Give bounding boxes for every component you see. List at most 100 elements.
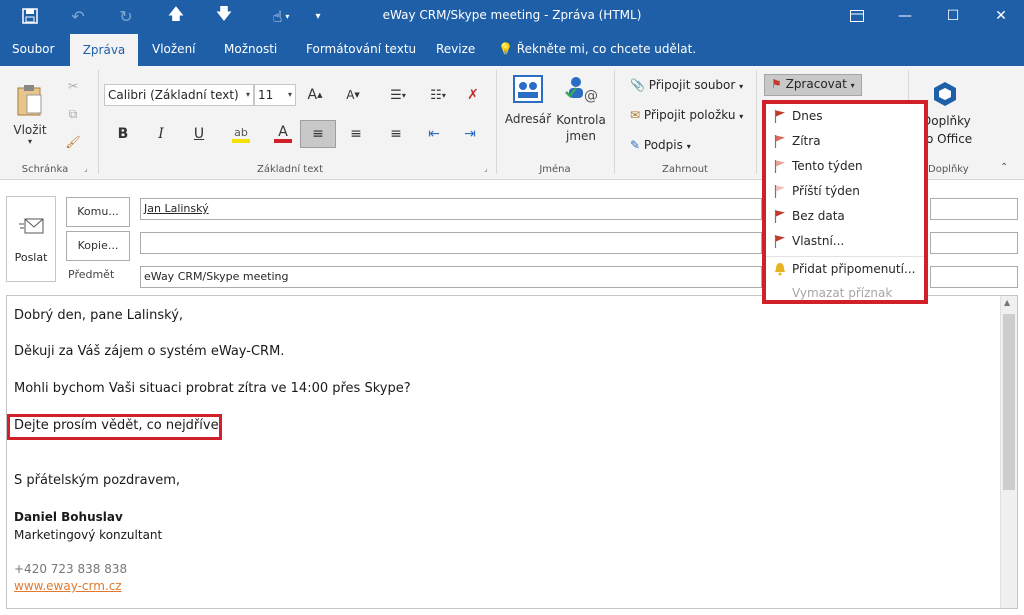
flag-icon <box>774 159 786 173</box>
numbering-icon[interactable]: ☷ ▾ <box>420 84 456 106</box>
ribbon-tabs: Soubor Zpráva Vložení Možnosti Formátová… <box>0 32 1024 66</box>
increase-indent-icon[interactable]: ⇥ <box>458 120 482 148</box>
copy-icon[interactable]: ⧉ <box>62 104 84 124</box>
font-size-select[interactable]: 11 ▾ <box>254 84 296 106</box>
message-body[interactable]: Dobrý den, pane Lalinský, Děkuji za Váš … <box>6 295 1018 609</box>
cc-button[interactable]: Kopie... <box>66 231 130 261</box>
send-button[interactable]: Poslat <box>6 196 56 282</box>
office-addins-icon[interactable] <box>930 80 960 108</box>
subject-field-right[interactable] <box>930 266 1018 288</box>
send-label: Poslat <box>14 251 48 264</box>
bell-icon <box>774 262 786 276</box>
flag-icon <box>774 134 786 148</box>
flag-icon <box>774 234 786 248</box>
font-color-icon[interactable]: A <box>266 122 300 146</box>
touch-mode-icon[interactable]: ☝ ▾ <box>258 0 304 32</box>
chevron-down-icon: ▾ <box>739 112 744 121</box>
tab-insert[interactable]: Vložení <box>142 32 206 66</box>
dialog-launcher-icon[interactable]: ⌟ <box>484 164 488 173</box>
signature-name: Daniel Bohuslav <box>14 510 123 524</box>
tab-file[interactable]: Soubor <box>2 32 64 66</box>
tab-review[interactable]: Revize <box>426 32 485 66</box>
follow-up-button[interactable]: ⚑ Zpracovat ▾ <box>764 74 862 96</box>
signature-icon: ✎ <box>630 138 641 152</box>
menu-item-no-date[interactable]: Bez data <box>766 204 924 229</box>
menu-item-clear-flag: Vymazat příznak <box>766 281 924 306</box>
envelope-attach-icon: ✉ <box>630 108 641 122</box>
paste-button[interactable]: Vložit ▾ <box>8 74 52 154</box>
vertical-scrollbar[interactable]: ▲ <box>1000 296 1017 608</box>
align-center-icon[interactable]: ≡ <box>344 120 368 148</box>
minimize-icon[interactable]: — <box>882 0 928 32</box>
clear-formatting-icon[interactable]: ✗ <box>458 84 488 106</box>
tell-me-box[interactable]: 💡 Řekněte mi, co chcete udělat. <box>498 32 696 66</box>
divider <box>98 70 99 174</box>
check-names-button[interactable]: @ Kontrola jmen <box>556 74 606 154</box>
subject-field[interactable]: eWay CRM/Skype meeting <box>140 266 762 288</box>
menu-item-label: Dnes <box>792 109 823 123</box>
redo-icon[interactable]: ↻ <box>108 0 144 32</box>
send-icon <box>19 218 44 234</box>
grow-font-icon[interactable]: A ▲ <box>304 84 326 106</box>
save-icon[interactable] <box>12 0 48 32</box>
align-right-icon[interactable]: ≡ <box>384 120 408 148</box>
signature-button[interactable]: ✎ Podpis ▾ <box>630 138 691 152</box>
address-book-icon <box>513 75 543 103</box>
tab-message[interactable]: Zpráva <box>70 34 138 66</box>
shrink-font-icon[interactable]: A ▼ <box>342 84 364 106</box>
align-left-icon[interactable]: ≡ <box>300 120 336 148</box>
undo-icon[interactable]: ↶ <box>60 0 96 32</box>
addins-label-2[interactable]: o Office <box>926 132 972 146</box>
to-field[interactable]: Jan Lalinský <box>140 198 762 220</box>
ribbon-display-icon[interactable] <box>834 0 880 32</box>
tab-format-text[interactable]: Formátování textu <box>296 32 426 66</box>
addins-label-1[interactable]: Doplňky <box>922 114 971 128</box>
bold-icon[interactable]: B <box>112 122 134 146</box>
check-names-label-2: jmen <box>565 129 596 143</box>
arrow-down-icon[interactable]: 🡇 <box>206 0 242 32</box>
close-icon[interactable]: ✕ <box>978 0 1024 32</box>
menu-item-add-reminder[interactable]: Přidat připomenutí... <box>766 256 924 281</box>
group-include: Zahrnout <box>662 164 708 175</box>
menu-item-custom[interactable]: Vlastní... <box>766 229 924 254</box>
to-button[interactable]: Komu... <box>66 197 130 227</box>
bullets-icon[interactable]: ☰ ▾ <box>380 84 416 106</box>
cc-field[interactable] <box>140 232 762 254</box>
menu-item-this-week[interactable]: Tento týden <box>766 154 924 179</box>
to-field-right[interactable] <box>930 198 1018 220</box>
italic-icon[interactable]: I <box>150 122 172 146</box>
signature-title: Marketingový konzultant <box>14 528 163 542</box>
maximize-icon[interactable]: ☐ <box>930 0 976 32</box>
chevron-down-icon: ▾ <box>686 142 691 151</box>
attach-file-button[interactable]: 📎 Připojit soubor ▾ <box>630 78 743 92</box>
highlight-icon[interactable]: ab <box>224 122 258 146</box>
tab-options[interactable]: Možnosti <box>214 32 287 66</box>
dialog-launcher-icon[interactable]: ⌟ <box>84 164 88 173</box>
menu-item-label: Příští týden <box>792 184 860 198</box>
cut-icon[interactable]: ✂ <box>62 76 84 96</box>
format-painter-icon[interactable]: 🖌 <box>62 132 84 152</box>
cc-field-right[interactable] <box>930 232 1018 254</box>
menu-item-tomorrow[interactable]: Zítra <box>766 129 924 154</box>
clipboard-icon <box>17 84 42 115</box>
collapse-ribbon-icon[interactable]: ⌃ <box>1000 162 1008 173</box>
underline-icon[interactable]: U <box>188 122 210 146</box>
group-names: Jména <box>539 164 571 175</box>
scrollbar-thumb[interactable] <box>1003 314 1015 490</box>
menu-item-today[interactable]: Dnes <box>766 104 924 129</box>
paste-label: Vložit <box>13 122 47 137</box>
signature-website-link[interactable]: www.eway-crm.cz <box>14 579 122 593</box>
attach-item-button[interactable]: ✉ Připojit položku ▾ <box>630 108 743 122</box>
menu-item-label: Tento týden <box>792 159 863 173</box>
signature-phone: +420 723 838 838 <box>14 562 128 576</box>
decrease-indent-icon[interactable]: ⇤ <box>422 120 446 148</box>
menu-item-next-week[interactable]: Příští týden <box>766 179 924 204</box>
body-line-1: Děkuji za Váš zájem o systém eWay-CRM. <box>14 344 285 359</box>
scroll-up-icon[interactable]: ▲ <box>1004 298 1010 307</box>
customize-toolbar-icon[interactable]: ▾ <box>300 0 336 32</box>
font-family-select[interactable]: Calibri (Základní text) ▾ <box>104 84 254 106</box>
address-book-button[interactable]: Adresář <box>504 74 552 154</box>
divider <box>496 70 497 174</box>
divider <box>756 70 757 174</box>
arrow-up-icon[interactable]: 🡅 <box>158 0 194 32</box>
